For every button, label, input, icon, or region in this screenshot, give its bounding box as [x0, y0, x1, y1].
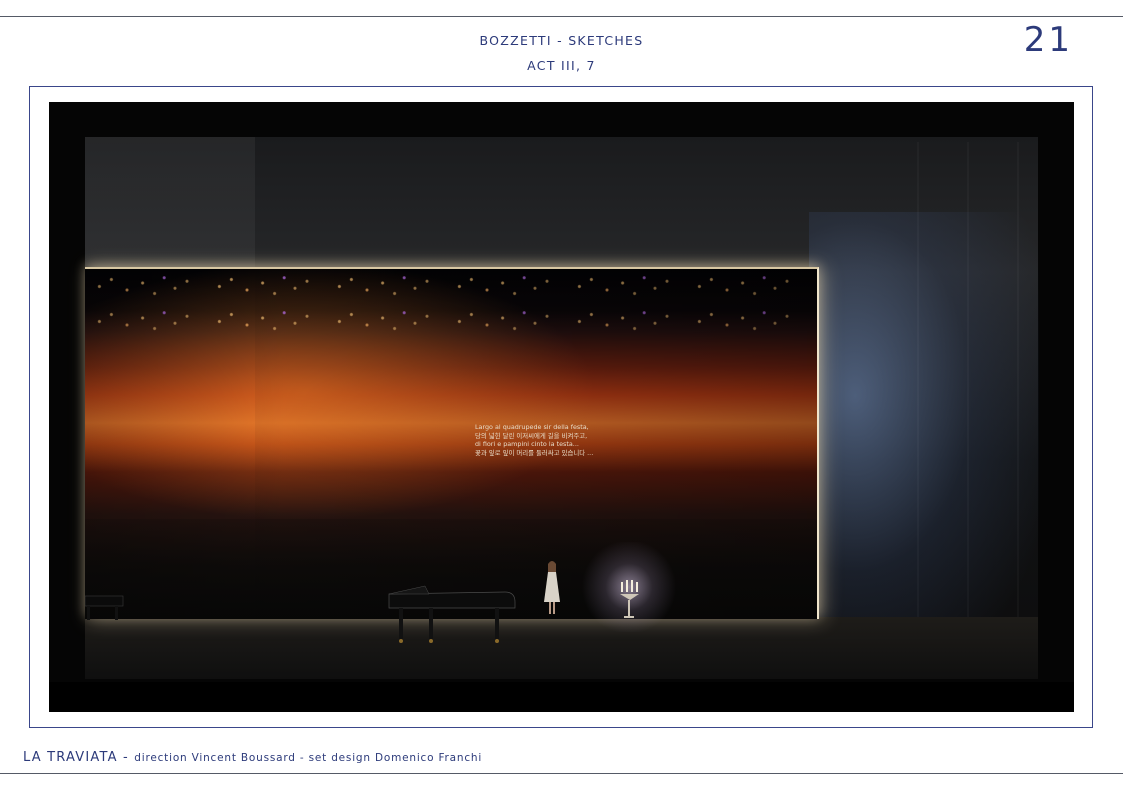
lyrics-line: 당의 넓힌 달린 이저씨에게 길을 비켜주고,: [475, 431, 588, 440]
stage-sketch: Largo al quadrupede sir della festa, 당의 …: [49, 102, 1074, 712]
right-wall-panels: [869, 142, 1038, 672]
sunset-projection-screen: [85, 267, 819, 619]
lyrics-line: di fiori e pampini cinto la testa...: [475, 440, 579, 449]
stage-floor: [85, 617, 1038, 679]
grand-piano: [388, 585, 516, 643]
bottom-rule: [0, 773, 1123, 774]
partial-piano: [85, 595, 124, 620]
lyrics-line: Largo al quadrupede sir della festa,: [475, 423, 589, 431]
page-title: BOZZETTI - SKETCHES: [479, 33, 644, 48]
top-rule: [0, 16, 1123, 17]
footer-caption: LA TRAVIATA - direction Vincent Boussard…: [23, 746, 482, 765]
footer-separator: -: [117, 750, 135, 765]
lyrics-line: 꽃과 잎로 잎이 머리를 둘러싸고 있습니다 ...: [475, 448, 594, 457]
page-subtitle: ACT III, 7: [527, 58, 596, 73]
production-credit: direction Vincent Boussard - set design …: [134, 752, 483, 764]
page-number: 21: [1023, 20, 1073, 60]
projected-lyrics: Largo al quadrupede sir della festa, 당의 …: [475, 423, 593, 457]
candelabra: [620, 580, 639, 618]
girl-figure: [544, 561, 560, 614]
stage-apron: [49, 682, 1074, 712]
opera-title: LA TRAVIATA: [23, 750, 118, 765]
